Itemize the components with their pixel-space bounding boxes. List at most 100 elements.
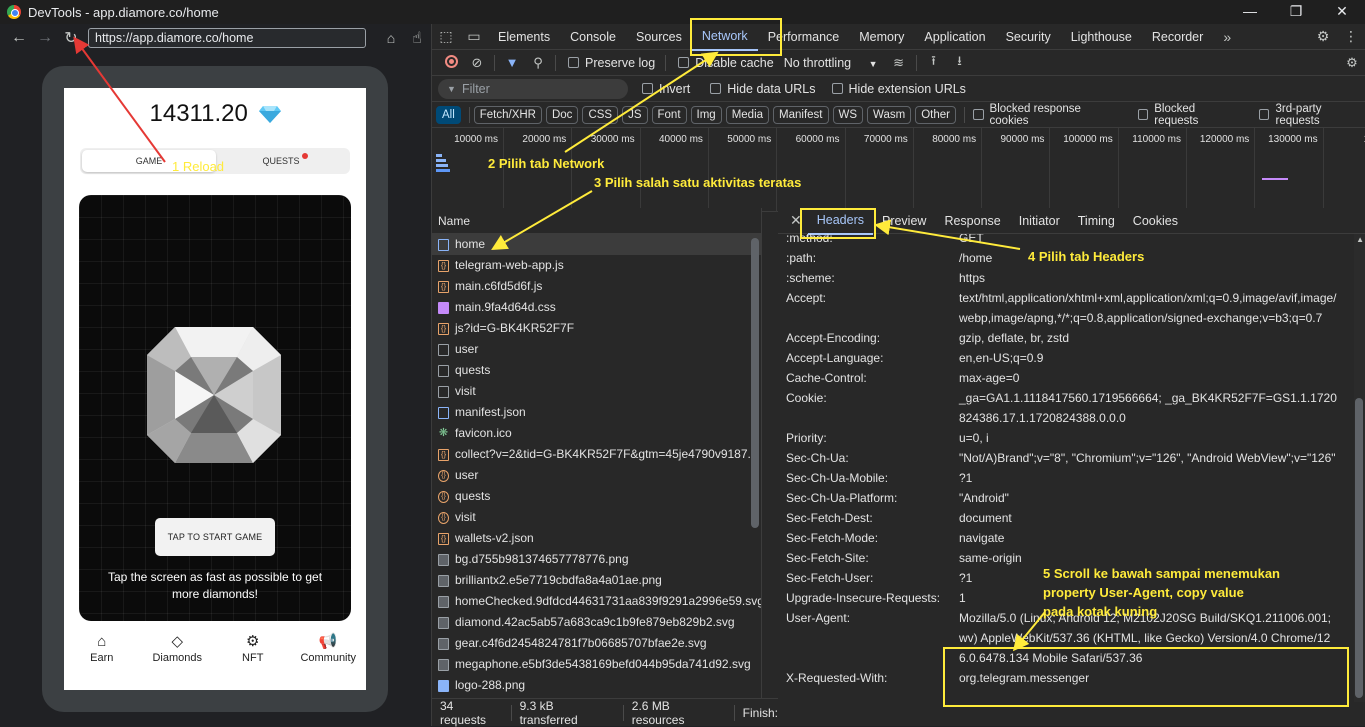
header-value[interactable]: navigate — [959, 528, 1339, 548]
request-row[interactable]: ❋ favicon.ico — [432, 423, 761, 444]
request-row[interactable]: {} wallets-v2.json — [432, 528, 761, 549]
header-value[interactable]: ?1 — [959, 468, 1339, 488]
export-har-icon[interactable]: ⭳ — [947, 52, 973, 74]
url-input[interactable]: https://app.diamore.co/home — [88, 28, 366, 48]
tab-timing[interactable]: Timing — [1069, 208, 1124, 234]
back-icon[interactable]: ← — [6, 29, 32, 47]
hide-data-urls-checkbox[interactable] — [710, 83, 722, 94]
request-row[interactable]: megaphone.e5bf3de5438169befd044b95da741d… — [432, 654, 761, 675]
network-conditions-icon[interactable]: ≋ — [886, 55, 912, 71]
nav-diamonds[interactable]: ◇ Diamonds — [140, 628, 216, 678]
request-row[interactable]: gear.c4f6d2454824781f7b06685707bfae2e.sv… — [432, 633, 761, 654]
search-icon[interactable]: ⚲ — [525, 55, 551, 71]
reload-icon[interactable]: ↻ — [58, 28, 84, 48]
type-all[interactable]: All — [436, 105, 461, 124]
settings-icon[interactable]: ⚙ — [1309, 28, 1337, 45]
tab-cookies[interactable]: Cookies — [1124, 208, 1187, 234]
request-row[interactable]: diamond.42ac5ab57a683ca9c1b9fe879eb829b2… — [432, 612, 761, 633]
hide-extension-urls-checkbox[interactable] — [831, 83, 843, 94]
request-row[interactable]: {} js?id=G-BK4KR52F7F — [432, 318, 761, 339]
request-row[interactable]: main.9fa4d64d.css — [432, 297, 761, 318]
header-value[interactable]: en,en-US;q=0.9 — [959, 348, 1339, 368]
request-row[interactable]: {} user — [432, 465, 761, 486]
tab-memory[interactable]: Memory — [849, 24, 914, 50]
request-row[interactable]: visit — [432, 381, 761, 402]
type-manifest[interactable]: Manifest — [773, 105, 829, 124]
header-value[interactable]: GET — [959, 234, 1339, 248]
header-value[interactable]: "Not/A)Brand";v="8", "Chromium";v="126",… — [959, 448, 1339, 468]
request-row[interactable]: {} quests — [432, 486, 761, 507]
type-ws[interactable]: WS — [832, 105, 864, 124]
type-media[interactable]: Media — [725, 105, 770, 124]
type-wasm[interactable]: Wasm — [867, 105, 912, 124]
start-game-button[interactable]: TAP TO START GAME — [155, 518, 275, 556]
blocked-cookies-checkbox[interactable] — [972, 109, 984, 120]
more-options-icon[interactable]: ⋮ — [1337, 28, 1365, 45]
record-icon[interactable] — [438, 54, 464, 71]
tab-elements[interactable]: Elements — [488, 24, 560, 50]
request-row[interactable]: user — [432, 339, 761, 360]
type-doc[interactable]: Doc — [545, 105, 579, 124]
tab-recorder[interactable]: Recorder — [1142, 24, 1213, 50]
tab-sources[interactable]: Sources — [626, 24, 692, 50]
close-icon[interactable]: ✕ — [1319, 0, 1365, 24]
request-row[interactable]: logo-288.png — [432, 675, 761, 696]
request-row[interactable]: {} main.c6fd5d6f.js — [432, 276, 761, 297]
header-value[interactable]: https — [959, 268, 1339, 288]
invert-checkbox[interactable] — [642, 83, 653, 94]
tab-initiator[interactable]: Initiator — [1010, 208, 1069, 234]
type-font[interactable]: Font — [651, 105, 687, 124]
tab-security[interactable]: Security — [996, 24, 1061, 50]
clear-icon[interactable]: ⊘ — [464, 55, 490, 71]
header-value[interactable]: /home — [959, 248, 1339, 268]
nav-nft[interactable]: ⚙ NFT — [215, 628, 291, 678]
scroll-up-icon[interactable]: ▲ — [1356, 235, 1364, 244]
minimize-icon[interactable]: — — [1227, 0, 1273, 24]
tab-lighthouse[interactable]: Lighthouse — [1061, 24, 1142, 50]
mouse-icon[interactable]: ⌂ — [378, 30, 404, 46]
device-toolbar-icon[interactable]: ▭ — [460, 28, 488, 45]
request-list-scrollbar[interactable] — [751, 238, 759, 528]
type-css[interactable]: CSS — [582, 105, 619, 124]
request-row[interactable]: {} visit — [432, 507, 761, 528]
request-row[interactable]: {} collect?v=2&tid=G-BK4KR52F7F&gtm=45je4… — [432, 444, 761, 465]
type-js[interactable]: JS — [622, 105, 648, 124]
type-fetch-xhr[interactable]: Fetch/XHR — [473, 105, 542, 124]
type-other[interactable]: Other — [915, 105, 956, 124]
request-row[interactable]: {} telegram-web-app.js — [432, 255, 761, 276]
nav-community[interactable]: 📢 Community — [291, 628, 367, 678]
filter-input[interactable]: Filter — [438, 78, 628, 99]
header-value[interactable]: document — [959, 508, 1339, 528]
name-column-header[interactable]: Name — [432, 208, 761, 234]
header-value[interactable]: "Android" — [959, 488, 1339, 508]
third-party-checkbox[interactable] — [1258, 109, 1270, 120]
request-row[interactable]: homeChecked.9dfdcd44631731aa839f9291a299… — [432, 591, 761, 612]
request-row[interactable]: home — [432, 234, 761, 255]
throttling-select[interactable]: No throttling ▼ — [784, 56, 878, 70]
import-har-icon[interactable]: ⭱ — [921, 52, 947, 74]
tab-console[interactable]: Console — [560, 24, 626, 50]
more-tabs-icon[interactable]: » — [1213, 29, 1241, 45]
header-value[interactable]: _ga=GA1.1.1118417560.1719566664; _ga_BK4… — [959, 388, 1339, 428]
game-area[interactable]: TAP TO START GAME Tap the screen as fast… — [79, 195, 351, 621]
forward-icon[interactable]: → — [32, 29, 58, 47]
network-settings-icon[interactable]: ⚙ — [1339, 55, 1365, 71]
tab-response[interactable]: Response — [935, 208, 1009, 234]
restore-icon[interactable]: ❐ — [1273, 0, 1319, 24]
header-value[interactable]: max-age=0 — [959, 368, 1339, 388]
nav-earn[interactable]: ⌂ Earn — [64, 628, 140, 678]
header-value[interactable]: gzip, deflate, br, zstd — [959, 328, 1339, 348]
inspect-element-icon[interactable]: ⬚ — [432, 28, 460, 45]
request-row[interactable]: manifest.json — [432, 402, 761, 423]
tab-application[interactable]: Application — [914, 24, 995, 50]
request-row[interactable]: bg.d755b981374657778776.png — [432, 549, 761, 570]
blocked-requests-checkbox[interactable] — [1137, 109, 1149, 120]
header-value[interactable]: text/html,application/xhtml+xml,applicat… — [959, 288, 1339, 328]
preserve-log-checkbox[interactable] — [568, 57, 579, 68]
request-row[interactable]: quests — [432, 360, 761, 381]
tab-preview[interactable]: Preview — [873, 208, 935, 234]
type-img[interactable]: Img — [690, 105, 722, 124]
tab-quests[interactable]: QUESTS — [214, 150, 348, 172]
request-row[interactable]: brilliantx2.e5e7719cbdfa8a4a01ae.png — [432, 570, 761, 591]
filter-icon[interactable]: ▼ — [499, 55, 525, 70]
